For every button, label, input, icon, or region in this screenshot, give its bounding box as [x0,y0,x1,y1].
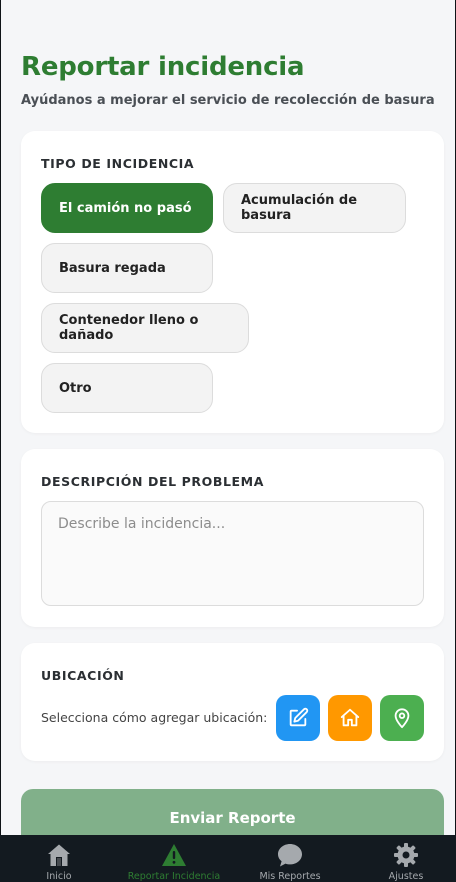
nav-settings-label: Ajustes [388,871,424,882]
chip-garbage-accumulation[interactable]: Acumulación de basura [223,183,406,233]
description-label: DESCRIPCIÓN DEL PROBLEMA [41,474,264,489]
nav-settings[interactable]: Ajustes [349,835,456,882]
incident-type-label: TIPO DE INCIDENCIA [41,156,195,171]
main-content: Reportar incidencia Ayúdanos a mejorar e… [1,0,455,835]
nav-my-reports-label: Mis Reportes [259,871,321,882]
nav-home-label: Inicio [46,871,72,882]
home-icon [340,708,360,727]
home-icon [48,844,70,866]
manual-location-button[interactable] [276,695,320,741]
submit-report-button[interactable]: Enviar Reporte [21,789,444,835]
app-screen: Reportar incidencia Ayúdanos a mejorar e… [0,0,456,882]
nav-report-incident-label: Reportar Incidencia [127,871,221,882]
home-location-button[interactable] [328,695,372,741]
warning-icon [162,844,186,866]
chip-other[interactable]: Otro [41,363,213,413]
page-subtitle: Ayúdanos a mejorar el servicio de recole… [21,93,435,108]
nav-report-incident[interactable]: Reportar Incidencia [117,835,231,882]
nav-home[interactable]: Inicio [2,835,116,882]
description-textarea[interactable] [41,501,424,606]
bottom-navigation: Inicio Reportar Incidencia Mis Reportes [0,835,456,882]
edit-icon [289,707,309,727]
incident-type-card: TIPO DE INCIDENCIA El camión no pasó Acu… [21,131,444,433]
location-pin-icon [394,708,410,729]
gear-icon [394,843,418,867]
chip-scattered-garbage[interactable]: Basura regada [41,243,213,293]
chip-truck-did-not-come[interactable]: El camión no pasó [41,183,213,233]
page-title: Reportar incidencia [21,52,305,82]
location-label: UBICACIÓN [41,668,125,683]
current-location-button[interactable] [380,695,424,741]
chat-bubble-icon [278,844,302,867]
location-card: UBICACIÓN Selecciona cómo agregar ubicac… [21,643,444,761]
chip-container-full-or-damaged[interactable]: Contenedor lleno o dañado [41,303,249,353]
nav-my-reports[interactable]: Mis Reportes [233,835,347,882]
location-prompt: Selecciona cómo agregar ubicación: [41,710,268,725]
description-card: DESCRIPCIÓN DEL PROBLEMA [21,449,444,627]
